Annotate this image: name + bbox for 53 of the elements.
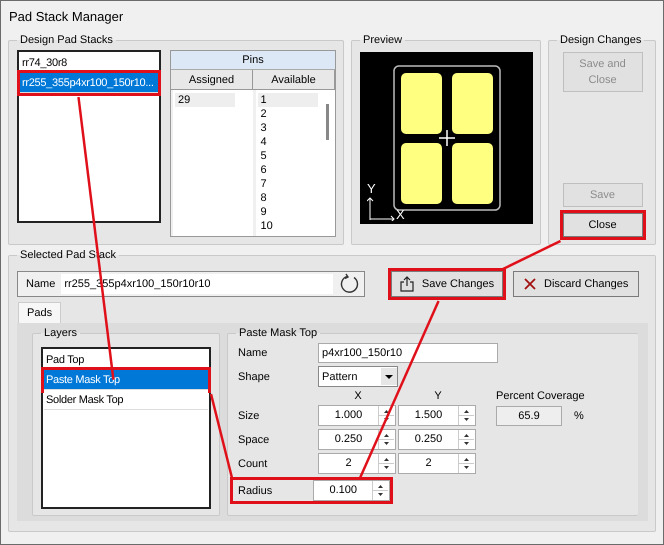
column-label: X — [353, 390, 363, 402]
layer-item[interactable]: Solder Mask Top — [44, 390, 208, 410]
axis-label: Y — [367, 182, 376, 195]
window-title: Pad Stack Manager — [9, 9, 124, 24]
pin-cell[interactable]: 9 — [258, 205, 318, 219]
column-header[interactable]: Assigned — [171, 70, 253, 90]
number-spinner[interactable]: 1.000 — [318, 405, 396, 426]
share-icon — [400, 276, 414, 292]
group-title: Design Changes — [559, 34, 642, 46]
pin-cell[interactable]: 7 — [258, 177, 318, 191]
field-label: Name — [238, 347, 268, 359]
field-label: Shape — [238, 370, 271, 382]
number-spinner[interactable]: 0.250 — [398, 429, 476, 450]
field-label: Count — [238, 458, 268, 470]
unit-label: % — [574, 410, 584, 422]
number-spinner[interactable]: 0.250 — [318, 429, 396, 450]
pin-cell[interactable]: 29 — [175, 93, 235, 107]
group-title: Preview — [362, 34, 404, 46]
name-input[interactable]: p4xr100_150r10 — [318, 343, 498, 363]
dialog-button[interactable]: Close — [562, 213, 642, 237]
group-title: Paste Mask Top — [238, 327, 318, 339]
coverage-label: Percent Coverage — [495, 390, 585, 402]
table-header: Pins — [171, 51, 335, 70]
scrollbar-thumb[interactable] — [326, 104, 329, 140]
tab[interactable]: Pads — [18, 302, 62, 323]
pin-cell[interactable]: 8 — [258, 191, 318, 205]
group-title: Design Pad Stacks — [19, 34, 114, 46]
field-label: Name — [26, 278, 56, 290]
number-spinner[interactable]: 1.500 — [398, 405, 476, 426]
discard-changes-button[interactable]: Discard Changes — [513, 271, 640, 297]
pin-cell[interactable]: 10 — [258, 219, 318, 233]
save-changes-button[interactable]: Save Changes — [391, 271, 503, 297]
pin-cell[interactable]: 1 — [258, 93, 318, 107]
close-icon — [524, 278, 536, 290]
number-spinner[interactable]: 2 — [398, 453, 476, 474]
pin-cell[interactable]: 5 — [258, 149, 318, 163]
field-label: Size — [238, 410, 260, 422]
column-header[interactable]: Available — [253, 70, 335, 90]
pin-cell[interactable]: 2 — [258, 107, 318, 121]
number-spinner[interactable]: 2 — [318, 453, 396, 474]
column-label: Y — [433, 390, 443, 402]
group-title: Layers — [43, 327, 78, 339]
pin-cell[interactable]: 6 — [258, 163, 318, 177]
pin-cell[interactable]: 4 — [258, 135, 318, 149]
axis-label: X — [396, 208, 405, 221]
coverage-field[interactable]: 65.9 — [496, 406, 562, 426]
axes-icon — [367, 195, 395, 221]
number-spinner[interactable]: 0.100 — [313, 480, 390, 501]
field-label: Radius — [238, 484, 274, 496]
pin-cell[interactable]: 3 — [258, 121, 318, 135]
pad-stack-item[interactable]: rr255_355p4xr100_150r10... — [20, 73, 158, 93]
shape-dropdown[interactable]: Pattern — [318, 366, 398, 387]
field-label: Space — [238, 434, 270, 446]
